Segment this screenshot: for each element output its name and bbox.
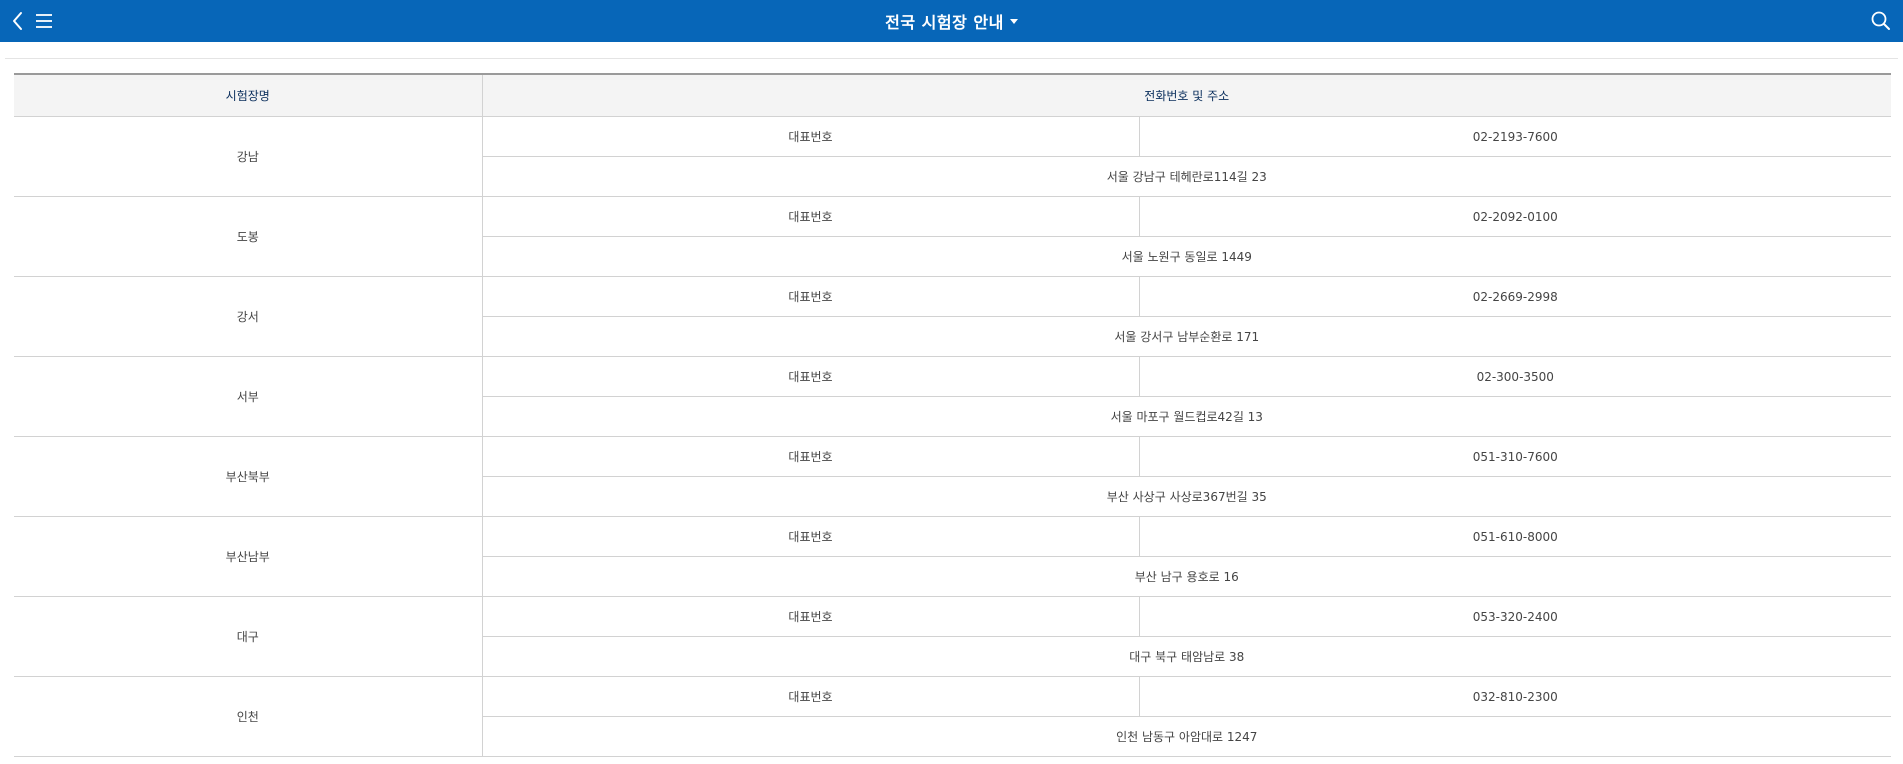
phone-label: 대표번호: [482, 516, 1140, 557]
table-row: 부산북부 대표번호 051-310-7600: [14, 436, 1892, 517]
phone-number[interactable]: 02-300-3500: [1139, 356, 1892, 397]
phone-number[interactable]: 051-610-8000: [1139, 516, 1892, 557]
phone-number[interactable]: 051-310-7600: [1139, 436, 1892, 477]
phone-number[interactable]: 032-810-2300: [1139, 676, 1892, 717]
address: 대구 북구 태암남로 38: [482, 636, 1892, 677]
center-name: 인천: [14, 676, 483, 757]
center-name: 도봉: [14, 196, 483, 277]
divider: [5, 58, 1898, 59]
phone-label: 대표번호: [482, 676, 1140, 717]
app-header: 전국 시험장 안내: [0, 0, 1903, 42]
table-row: 강남 대표번호 02-2193-7600: [14, 116, 1892, 197]
phone-number[interactable]: 02-2193-7600: [1139, 116, 1892, 157]
center-name: 강남: [14, 116, 483, 197]
phone-label: 대표번호: [482, 356, 1140, 397]
address: 부산 남구 용호로 16: [482, 556, 1892, 597]
phone-label: 대표번호: [482, 596, 1140, 637]
phone-label: 대표번호: [482, 116, 1140, 157]
center-name: 부산북부: [14, 436, 483, 517]
phone-number[interactable]: 02-2092-0100: [1139, 196, 1892, 237]
center-name: 서부: [14, 356, 483, 437]
address: 서울 강남구 테헤란로114길 23: [482, 156, 1892, 197]
center-name: 부산남부: [14, 516, 483, 597]
phone-label: 대표번호: [482, 436, 1140, 477]
phone-number[interactable]: 053-320-2400: [1139, 596, 1892, 637]
table-header-row: 시험장명 전화번호 및 주소: [14, 75, 1892, 117]
center-name: 강서: [14, 276, 483, 357]
column-header-name: 시험장명: [14, 75, 483, 117]
phone-label: 대표번호: [482, 196, 1140, 237]
search-icon[interactable]: [1869, 9, 1893, 33]
page-title-dropdown[interactable]: 전국 시험장 안내: [885, 9, 1018, 33]
exam-center-table: 시험장명 전화번호 및 주소 강남 대표번호 02-2193-7600 서울 강남구 …: [14, 73, 1892, 757]
table-row: 부산남부 대표번호 051-610-8000: [14, 516, 1892, 597]
address: 서울 노원구 동일로 1449: [482, 236, 1892, 277]
table-row: 대구 대표번호 053-320-2400: [14, 596, 1892, 677]
table-row: 도봉 대표번호 02-2092-0100: [14, 196, 1892, 277]
page-title: 전국 시험장 안내: [885, 13, 1004, 32]
phone-number[interactable]: 02-2669-2998: [1139, 276, 1892, 317]
address: 서울 강서구 남부순환로 171: [482, 316, 1892, 357]
caret-down-icon: [1009, 18, 1018, 24]
table-row: 강서 대표번호 02-2669-2998: [14, 276, 1892, 357]
hamburger-menu-icon[interactable]: [33, 9, 55, 33]
table-row: 인천 대표번호 032-810-2300: [14, 676, 1892, 757]
address: 인천 남동구 아암대로 1247: [482, 716, 1892, 757]
back-icon[interactable]: [8, 9, 28, 33]
address: 서울 마포구 월드컵로42길 13: [482, 396, 1892, 437]
address: 부산 사상구 사상로367번길 35: [482, 476, 1892, 517]
table-row: 서부 대표번호 02-300-3500: [14, 356, 1892, 437]
column-header-contact: 전화번호 및 주소: [482, 75, 1892, 117]
center-name: 대구: [14, 596, 483, 677]
phone-label: 대표번호: [482, 276, 1140, 317]
